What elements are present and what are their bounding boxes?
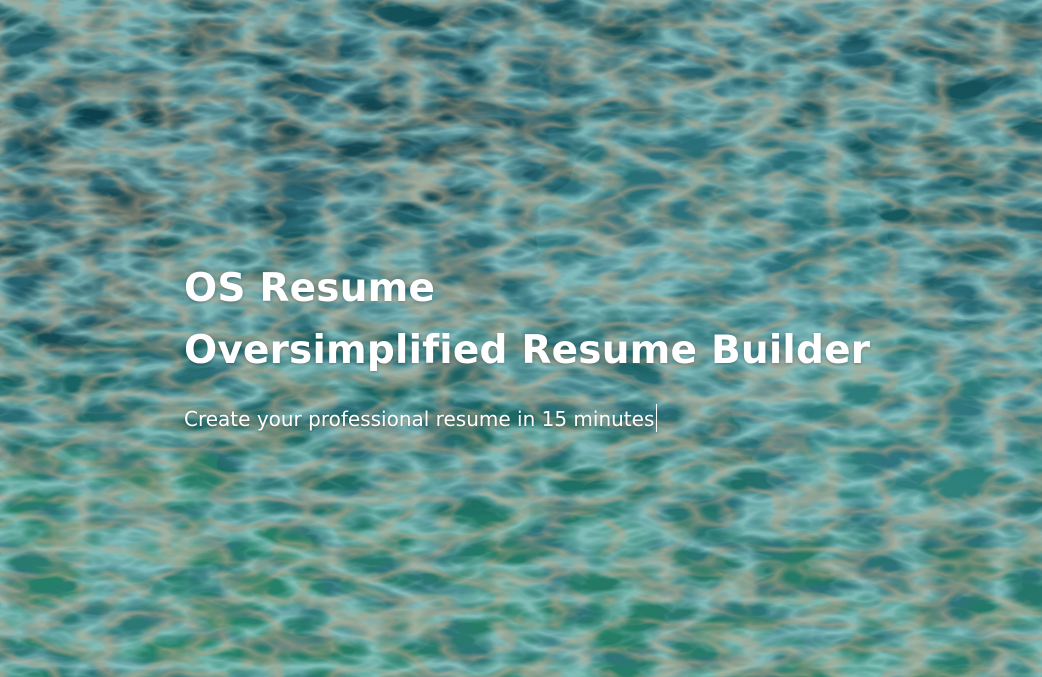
typing-cursor xyxy=(656,404,658,432)
title-line-brand: OS Resume xyxy=(184,266,436,311)
hero-section: OS Resume Oversimplified Resume Builder … xyxy=(0,0,1042,677)
typed-subtitle-text: Create your professional resume in 15 mi… xyxy=(184,407,655,431)
title-line-tagline: Oversimplified Resume Builder xyxy=(184,328,871,373)
hero-subtitle: Create your professional resume in 15 mi… xyxy=(184,404,984,434)
page-title: OS Resume Oversimplified Resume Builder xyxy=(184,258,984,382)
hero-content: OS Resume Oversimplified Resume Builder … xyxy=(184,258,984,434)
